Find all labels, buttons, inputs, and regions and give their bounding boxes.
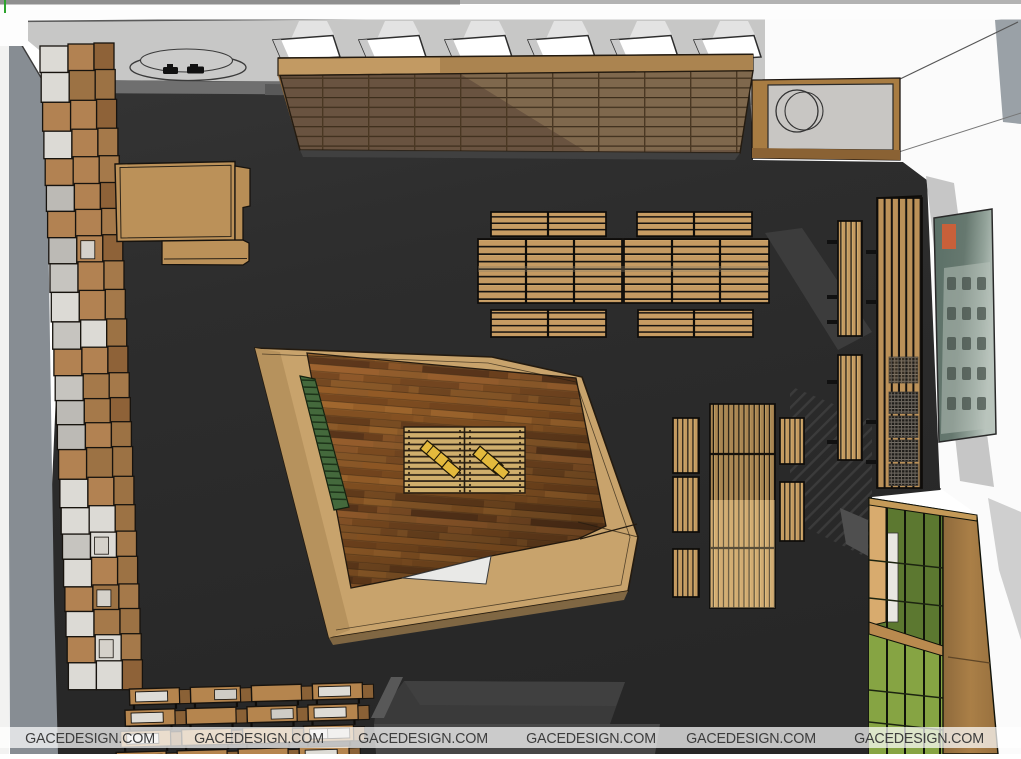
svg-text:GACEDESIGN.COM: GACEDESIGN.COM bbox=[358, 731, 488, 747]
svg-text:GACEDESIGN.COM: GACEDESIGN.COM bbox=[526, 731, 656, 747]
svg-text:GACEDESIGN.COM: GACEDESIGN.COM bbox=[194, 731, 324, 747]
svg-text:GACEDESIGN.COM: GACEDESIGN.COM bbox=[686, 731, 816, 747]
svg-text:GACEDESIGN.COM: GACEDESIGN.COM bbox=[25, 731, 155, 747]
svg-text:GACEDESIGN.COM: GACEDESIGN.COM bbox=[854, 731, 984, 747]
